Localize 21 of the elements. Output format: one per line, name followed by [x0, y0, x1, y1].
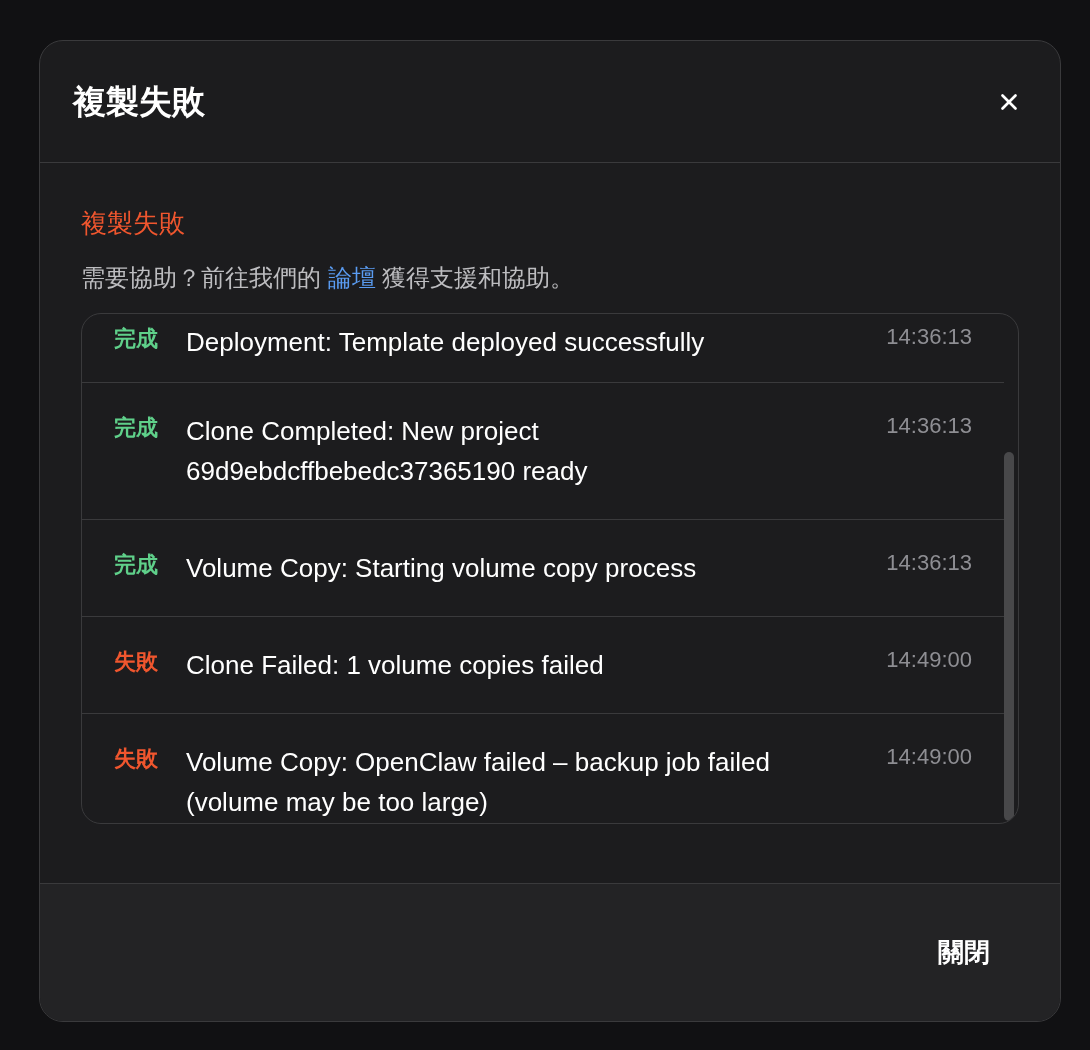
help-text: 需要協助？前往我們的 論壇 獲得支援和協助。	[81, 263, 576, 293]
log-time: 14:36:13	[885, 549, 972, 577]
status-label: 失敗	[114, 648, 159, 676]
log-message: Volume Copy: Starting volume copy process	[186, 552, 698, 585]
log-message: Clone Failed: 1 volume copies failed	[186, 649, 605, 682]
log-time: 14:36:13	[885, 412, 972, 440]
log-message: Volume Copy: OpenClaw failed – backup job failed (volume may be too large)	[186, 746, 771, 819]
scrollbar-thumb[interactable]	[1004, 452, 1014, 821]
log-time: 14:36:13	[885, 323, 972, 351]
log-message: Clone Completed: New project 69d9ebdcffbebedc37365190 ready	[186, 415, 589, 488]
error-heading: 複製失敗	[81, 207, 186, 240]
close-button[interactable]: 關閉	[938, 933, 990, 972]
log-message: Deployment: Template deployed successfully	[186, 326, 706, 359]
status-label: 失敗	[114, 745, 159, 773]
dialog-title: 複製失敗	[73, 81, 205, 122]
status-label: 完成	[114, 551, 159, 579]
log-time: 14:49:00	[885, 743, 972, 771]
forum-link[interactable]: 論壇	[327, 264, 376, 291]
status-label: 完成	[114, 325, 159, 353]
log-time: 14:49:00	[885, 646, 972, 674]
status-label: 完成	[114, 414, 159, 442]
